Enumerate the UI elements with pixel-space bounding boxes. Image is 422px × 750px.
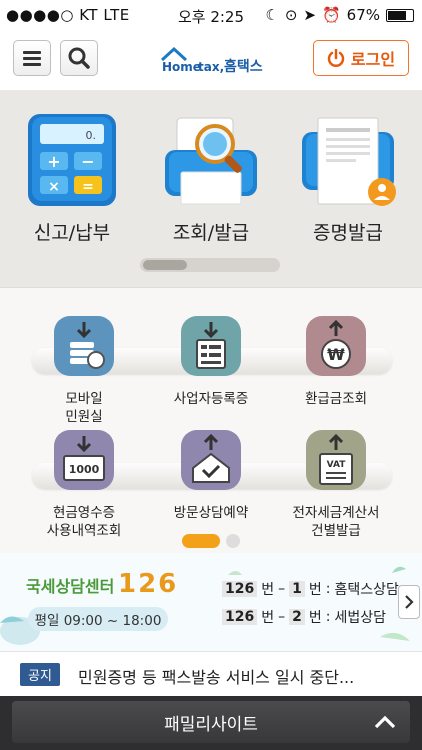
calculator-icon: 0. + − × =: [28, 114, 116, 206]
login-button[interactable]: 로그인: [313, 40, 409, 76]
power-icon: [327, 49, 345, 67]
svg-text:−: −: [81, 152, 94, 171]
call-line-1: 126 번 – 1 번: 홈택스상담: [222, 579, 399, 599]
sub-menu-visit-reservation[interactable]: 방문상담예약: [156, 428, 266, 522]
call-line-label: 세법상담: [334, 610, 387, 626]
call-line-dash: –: [278, 581, 286, 597]
status-right: ☾ ⊙ ➤ ⏰ 67%: [265, 6, 414, 24]
vat-invoice-icon: VAT: [306, 430, 366, 490]
sub-menu-section: 모바일 민원실 사업자등록증 ₩ 환급금조회 1000 현금영수증 사용내역조회…: [0, 287, 422, 554]
menu-button[interactable]: [13, 40, 51, 76]
location-arrow-icon: ➤: [303, 6, 316, 24]
hometax-logo-mark: Home tax, 홈택스: [160, 46, 263, 75]
call-center-hours: 평일 09:00 ~ 18:00: [28, 607, 168, 631]
call-line-2: 126 번 – 2 번: 세법상담: [222, 607, 386, 627]
call-line-colon: :: [325, 581, 331, 597]
hometax-logo[interactable]: Home tax, 홈택스: [160, 46, 264, 76]
call-center-title: 국세상담센터: [26, 577, 115, 596]
search-button[interactable]: [60, 40, 98, 76]
alarm-icon: ⏰: [321, 6, 341, 24]
banner-background: [0, 553, 422, 651]
sub-menu-business-registration[interactable]: 사업자등록증: [156, 314, 266, 408]
call-center-banner[interactable]: 국세상담센터 126 평일 09:00 ~ 18:00 126 번 – 1 번: …: [0, 553, 422, 651]
sub-menu-mobile-office[interactable]: 모바일 민원실: [29, 314, 139, 426]
hamburger-icon: [23, 51, 41, 66]
sub-menu-e-tax-invoice[interactable]: VAT 전자세금계산서 건별발급: [281, 428, 391, 540]
menu-label: 증명발급: [313, 222, 383, 244]
sub-menu-label: 방문상담예약: [173, 505, 249, 521]
menu-scrollbar[interactable]: [140, 258, 280, 272]
app-header: Home tax, 홈택스 로그인: [0, 30, 422, 90]
mobile-office-icon: [54, 316, 114, 376]
call-line-unit: 번: [261, 610, 275, 626]
menu-inquiry-issue[interactable]: 조회/발급: [156, 112, 266, 245]
call-line-dash: –: [278, 609, 286, 625]
sub-menu-label: 사업자등록증: [173, 391, 249, 407]
menu-label: 신고/납부: [33, 222, 111, 244]
notice-badge: 공지: [20, 663, 60, 686]
svg-text:0.: 0.: [86, 129, 97, 142]
battery-icon: [386, 8, 414, 22]
sub-menu-cash-receipt[interactable]: 1000 현금영수증 사용내역조회: [29, 428, 139, 540]
login-label: 로그인: [350, 50, 396, 69]
sub-menu-refund[interactable]: ₩ 환급금조회: [281, 314, 391, 408]
svg-text:tax,: tax,: [198, 60, 224, 74]
lock-rotation-icon: ⊙: [284, 6, 298, 24]
call-line-sub: 2: [289, 609, 305, 625]
call-center-number: 126: [118, 569, 179, 599]
svg-text:+: +: [47, 152, 60, 171]
search-icon: [68, 47, 90, 69]
svg-text:홈택스: 홈택스: [224, 58, 263, 75]
call-line-sub: 1: [289, 581, 305, 597]
call-line-colon: :: [325, 609, 331, 625]
call-line-main: 126: [222, 581, 258, 597]
svg-text:×: ×: [48, 179, 60, 195]
call-line-main: 126: [222, 609, 258, 625]
notice-bar[interactable]: 공지 민원증명 등 팩스발송 서비스 일시 중단...: [0, 651, 422, 697]
business-registration-icon: [181, 316, 241, 376]
svg-text:1000: 1000: [69, 463, 100, 476]
banner-next-button[interactable]: [398, 585, 420, 619]
notice-text[interactable]: 민원증명 등 팩스발송 서비스 일시 중단...: [78, 664, 354, 688]
svg-text:VAT: VAT: [327, 460, 347, 470]
magnifier-printer-icon: [165, 117, 257, 205]
menu-label: 조회/발급: [172, 222, 250, 244]
svg-text:=: =: [82, 179, 94, 195]
sub-menu-label: 현금영수증 사용내역조회: [46, 505, 122, 539]
page-indicator[interactable]: [226, 534, 240, 548]
footer: 패밀리사이트: [0, 696, 422, 750]
certificate-printer-icon: [302, 117, 396, 206]
chevron-up-icon: [374, 715, 396, 729]
moon-icon: ☾: [265, 6, 279, 24]
battery-percent: 67%: [346, 6, 380, 24]
sub-menu-label: 전자세금계산서 건별발급: [292, 505, 380, 539]
visit-house-icon: [181, 430, 241, 490]
call-line-label: 홈택스상담: [334, 582, 399, 598]
page-indicator-active[interactable]: [182, 534, 220, 548]
call-line-unit: 번: [308, 582, 322, 598]
refund-won-icon: ₩: [306, 316, 366, 376]
chevron-right-icon: [405, 595, 414, 609]
menu-tax-filing[interactable]: 0. + − × = 신고/납부: [17, 112, 127, 245]
status-bar: ●●●●○ KT LTE 오후 2:25 ☾ ⊙ ➤ ⏰ 67%: [0, 0, 422, 30]
svg-text:Home: Home: [162, 60, 201, 74]
menu-certificate[interactable]: 증명발급: [293, 112, 403, 245]
sub-menu-label: 환급금조회: [304, 391, 368, 407]
scroll-thumb[interactable]: [143, 260, 187, 270]
svg-text:₩: ₩: [327, 345, 345, 364]
call-line-unit: 번: [261, 582, 275, 598]
cash-receipt-icon: 1000: [54, 430, 114, 490]
main-menu-section: 0. + − × = 신고/납부 조회/발급 증명발급: [0, 90, 422, 287]
family-site-button[interactable]: 패밀리사이트: [12, 701, 410, 743]
call-line-unit: 번: [308, 610, 322, 626]
family-site-label: 패밀리사이트: [164, 714, 258, 735]
sub-menu-label: 모바일 민원실: [65, 391, 103, 425]
